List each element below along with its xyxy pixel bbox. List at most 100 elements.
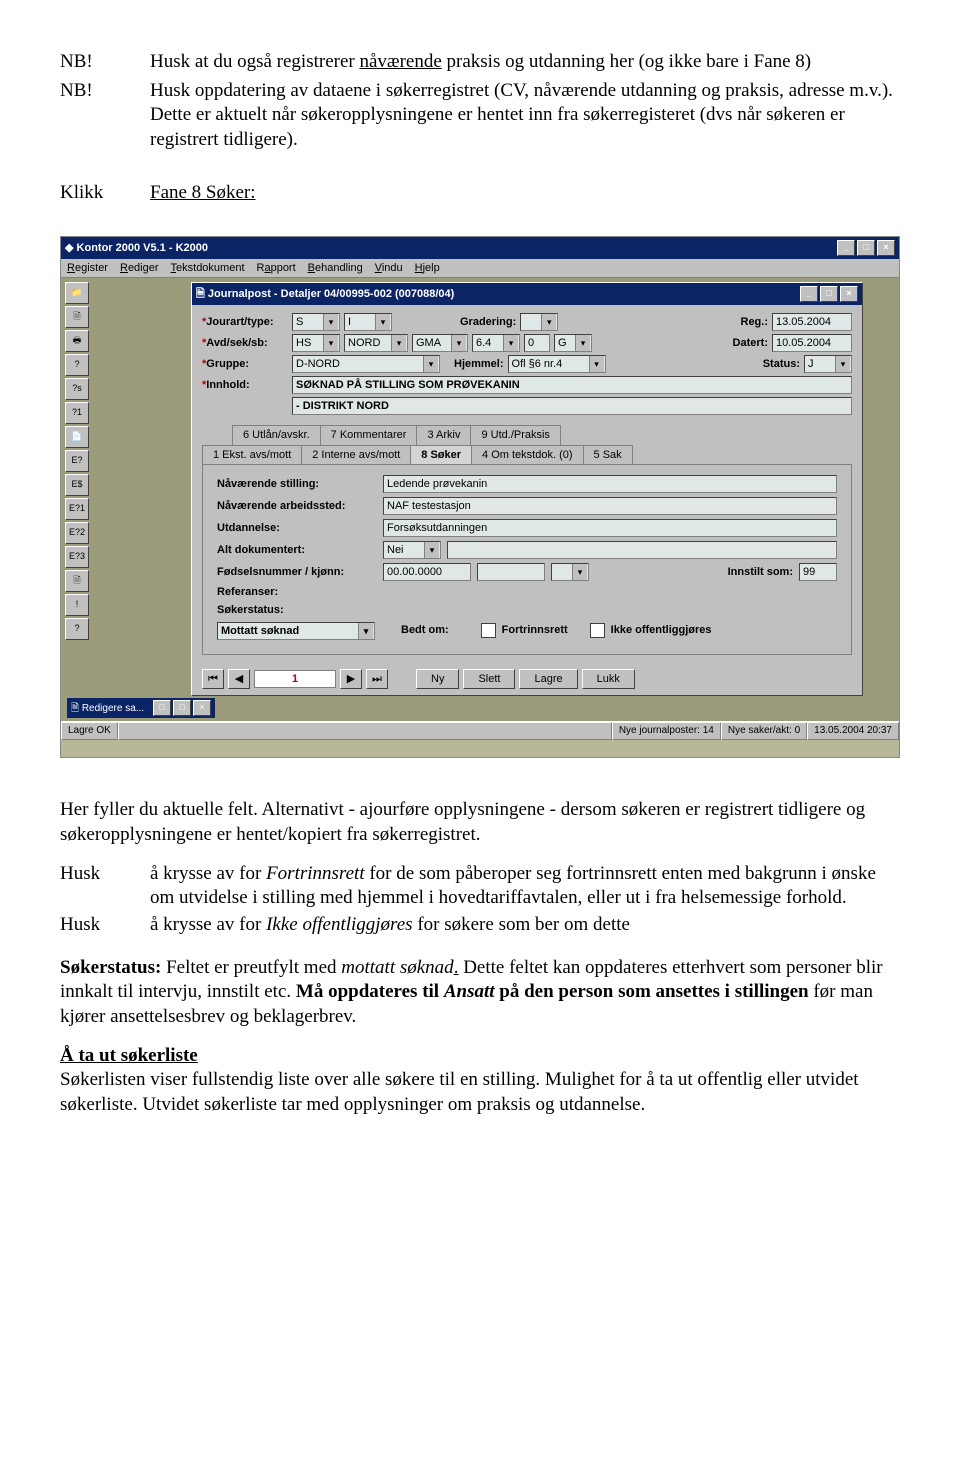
- lagre-button[interactable]: Lagre: [519, 669, 577, 689]
- avd-field-3[interactable]: GMA: [412, 334, 468, 352]
- status-journalposter: Nye journalposter: 14: [612, 722, 721, 740]
- workspace: 📁 🗎 🖶 ? ?s ?1 📄 E? E$ E?1 E?2 E?3 🗎 ! ? …: [61, 278, 899, 740]
- innhold-field-2[interactable]: - DISTRIKT NORD: [292, 397, 852, 415]
- menu-register[interactable]: Register: [67, 261, 108, 275]
- tab-utd-praksis[interactable]: 9 Utd./Praksis: [470, 425, 560, 444]
- toolbar-btn-4[interactable]: ?: [65, 354, 89, 376]
- jourart-field-1[interactable]: S: [292, 313, 340, 331]
- toolbar-btn-14[interactable]: !: [65, 594, 89, 616]
- nav-next-button[interactable]: ▶: [340, 669, 362, 689]
- status-label: Status:: [763, 357, 800, 371]
- tab-interne-avs[interactable]: 2 Interne avs/mott: [301, 445, 411, 464]
- lukk-button[interactable]: Lukk: [582, 669, 635, 689]
- menu-rediger[interactable]: Rediger: [120, 261, 159, 275]
- jp-maximize-button[interactable]: □: [820, 286, 838, 302]
- toolbar-btn-9[interactable]: E$: [65, 474, 89, 496]
- nav-first-button[interactable]: ⏮: [202, 669, 224, 689]
- note-nb1: NB! Husk at du også registrerer nåværend…: [60, 50, 900, 75]
- minwin-restore[interactable]: □: [153, 700, 171, 716]
- nav-prev-button[interactable]: ◀: [228, 669, 250, 689]
- tab-ekst-avs[interactable]: 1 Ekst. avs/mott: [202, 445, 302, 464]
- tab-arkiv[interactable]: 3 Arkiv: [416, 425, 471, 444]
- toolbar-btn-10[interactable]: E?1: [65, 498, 89, 520]
- close-button[interactable]: ×: [877, 240, 895, 256]
- reg-field[interactable]: 13.05.2004: [772, 313, 852, 331]
- status-field[interactable]: J: [804, 355, 852, 373]
- sokerstatus-field[interactable]: Mottatt søknad: [217, 622, 375, 640]
- stilling-field[interactable]: Ledende prøvekanin: [383, 475, 837, 493]
- status-datetime: 13.05.2004 20:37: [807, 722, 899, 740]
- gradering-field[interactable]: [520, 313, 558, 331]
- menu-vindu[interactable]: Vindu: [375, 261, 403, 275]
- klikk-label: Klikk: [60, 181, 150, 206]
- avd-num-2[interactable]: 0: [524, 334, 550, 352]
- slett-button[interactable]: Slett: [463, 669, 515, 689]
- minwin-max[interactable]: □: [173, 700, 191, 716]
- toolbar-btn-12[interactable]: E?3: [65, 546, 89, 568]
- jourart-field-2[interactable]: I: [344, 313, 392, 331]
- avd-num-1[interactable]: 6.4: [472, 334, 520, 352]
- kjonn-field[interactable]: [477, 563, 545, 581]
- innstilt-field[interactable]: 99: [799, 563, 837, 581]
- tab-soker[interactable]: 8 Søker: [410, 445, 472, 464]
- toolbar-btn-1[interactable]: 📁: [65, 282, 89, 304]
- minimized-window[interactable]: 🗎 Redigere sa... □ □ ×: [67, 698, 215, 718]
- toolbar-btn-5[interactable]: ?s: [65, 378, 89, 400]
- jp-close-button[interactable]: ×: [840, 286, 858, 302]
- sokerliste-heading: Å ta ut søkerliste: [60, 1045, 198, 1066]
- avd-field-1[interactable]: HS: [292, 334, 340, 352]
- kjonn-dd[interactable]: [551, 563, 589, 581]
- klikk-row: Klikk Fane 8 Søker:: [60, 181, 900, 206]
- tab-om-tekstdok[interactable]: 4 Om tekstdok. (0): [471, 445, 583, 464]
- tab-utlan[interactable]: 6 Utlån/avskr.: [232, 425, 321, 444]
- tabs: 6 Utlån/avskr. 7 Kommentarer 3 Arkiv 9 U…: [202, 425, 852, 654]
- toolbar-btn-13[interactable]: 🗎: [65, 570, 89, 592]
- hjemmel-field[interactable]: Ofl §6 nr.4: [508, 355, 606, 373]
- journalpost-titlebar: 🗎 Journalpost - Detaljer 04/00995-002 (0…: [192, 283, 862, 305]
- altdok-text[interactable]: [447, 541, 837, 559]
- toolbar-btn-15[interactable]: ?: [65, 618, 89, 640]
- datert-label: Datert:: [733, 336, 768, 350]
- menu-rapport[interactable]: Rapport: [257, 261, 296, 275]
- maximize-button[interactable]: □: [857, 240, 875, 256]
- tab-kommentarer[interactable]: 7 Kommentarer: [320, 425, 418, 444]
- avd-field-2[interactable]: NORD: [344, 334, 408, 352]
- minimize-button[interactable]: _: [837, 240, 855, 256]
- fnr-field[interactable]: 00.00.0000: [383, 563, 471, 581]
- menu-behandling[interactable]: Behandling: [308, 261, 363, 275]
- datert-field[interactable]: 10.05.2004: [772, 334, 852, 352]
- arbeidssted-label: Nåværende arbeidssted:: [217, 499, 377, 513]
- app-titlebar: ◆ Kontor 2000 V5.1 - K2000 _ □ ×: [61, 237, 899, 259]
- utdannelse-field[interactable]: Forsøksutdanningen: [383, 519, 837, 537]
- gruppe-label: Gruppe:: [202, 357, 288, 371]
- nav-last-button[interactable]: ⏭: [366, 669, 388, 689]
- fortrinnsrett-checkbox[interactable]: [481, 623, 496, 638]
- tab-sak[interactable]: 5 Sak: [583, 445, 633, 464]
- note-nb2-label: NB!: [60, 79, 150, 153]
- toolbar-btn-2[interactable]: 🗎: [65, 306, 89, 328]
- toolbar-btn-7[interactable]: 📄: [65, 426, 89, 448]
- ny-button[interactable]: Ny: [416, 669, 459, 689]
- toolbar-btn-11[interactable]: E?2: [65, 522, 89, 544]
- arbeidssted-field[interactable]: NAF testestasjon: [383, 497, 837, 515]
- ikkeoffentlig-label: Ikke offentliggjøres: [611, 623, 712, 637]
- innstilt-label: Innstilt som:: [728, 565, 793, 579]
- toolbar-btn-3[interactable]: 🖶: [65, 330, 89, 352]
- klikk-link: Fane 8 Søker:: [150, 182, 256, 203]
- husk-fortrinnsrett: Husk å krysse av for Fortrinnsrett for d…: [60, 862, 900, 911]
- avd-num-3[interactable]: G: [554, 334, 592, 352]
- altdok-field[interactable]: Nei: [383, 541, 441, 559]
- toolbar-btn-8[interactable]: E?: [65, 450, 89, 472]
- gruppe-field[interactable]: D-NORD: [292, 355, 440, 373]
- minwin-close[interactable]: ×: [193, 700, 211, 716]
- menu-hjelp[interactable]: Hjelp: [415, 261, 440, 275]
- menubar: Register Rediger Tekstdokument Rapport B…: [61, 259, 899, 278]
- toolbar-btn-6[interactable]: ?1: [65, 402, 89, 424]
- journalpost-window: 🗎 Journalpost - Detaljer 04/00995-002 (0…: [191, 282, 863, 695]
- jp-minimize-button[interactable]: _: [800, 286, 818, 302]
- menu-tekstdokument[interactable]: Tekstdokument: [171, 261, 245, 275]
- journalpost-title: Journalpost - Detaljer 04/00995-002 (007…: [208, 287, 454, 301]
- altdok-label: Alt dokumentert:: [217, 543, 377, 557]
- innhold-field-1[interactable]: SØKNAD PÅ STILLING SOM PRØVEKANIN: [292, 376, 852, 394]
- ikkeoffentlig-checkbox[interactable]: [590, 623, 605, 638]
